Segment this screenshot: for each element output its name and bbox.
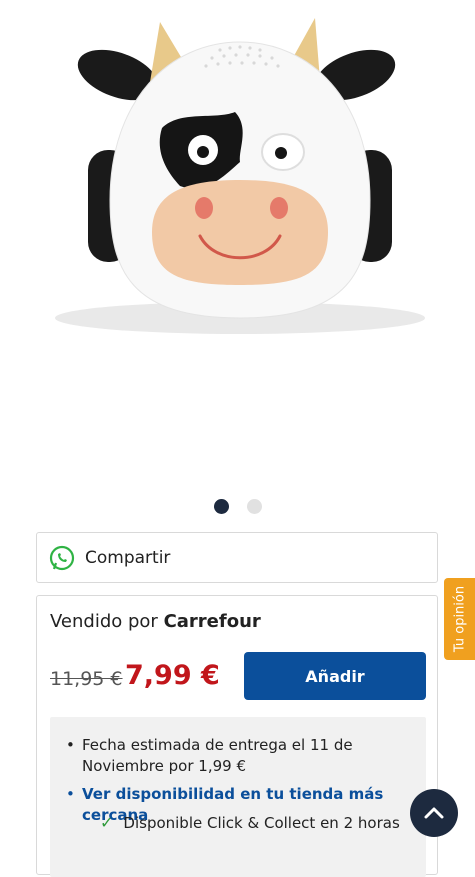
old-price: 11,95 € [50,668,123,690]
click-collect-row: ✓ Disponible Click & Collect en 2 horas [100,813,400,832]
delivery-estimate: • Fecha estimada de entrega el 11 de Nov… [66,735,406,777]
gallery-dot-active[interactable] [213,499,229,514]
add-to-cart-button[interactable]: Añadir [244,652,426,700]
chevron-up-icon [424,807,444,819]
delivery-info: • Fecha estimada de entrega el 11 de Nov… [50,717,426,877]
product-image [55,18,425,334]
share-label: Compartir [85,547,171,568]
current-price: 7,99 € [125,660,220,691]
whatsapp-icon [49,545,75,570]
seller-prefix: Vendido por [50,611,158,632]
click-collect-text: Disponible Click & Collect en 2 horas [123,813,400,832]
seller-name: Carrefour [163,611,261,632]
share-button[interactable]: Compartir [36,532,438,583]
seller-info: Vendido por Carrefour [50,611,261,632]
check-icon: ✓ [100,813,114,832]
feedback-tab[interactable]: Tu opinión [444,578,475,660]
purchase-panel: Vendido por Carrefour 11,95 € 7,99 € Aña… [36,595,438,877]
gallery-dot[interactable] [246,499,262,514]
feedback-tab-label: Tu opinión [452,585,467,653]
scroll-to-top-button[interactable] [410,789,458,837]
gallery-pagination [0,499,475,514]
delivery-estimate-text: Fecha estimada de entrega el 11 de Novie… [82,736,353,775]
product-image-gallery[interactable] [0,0,475,485]
